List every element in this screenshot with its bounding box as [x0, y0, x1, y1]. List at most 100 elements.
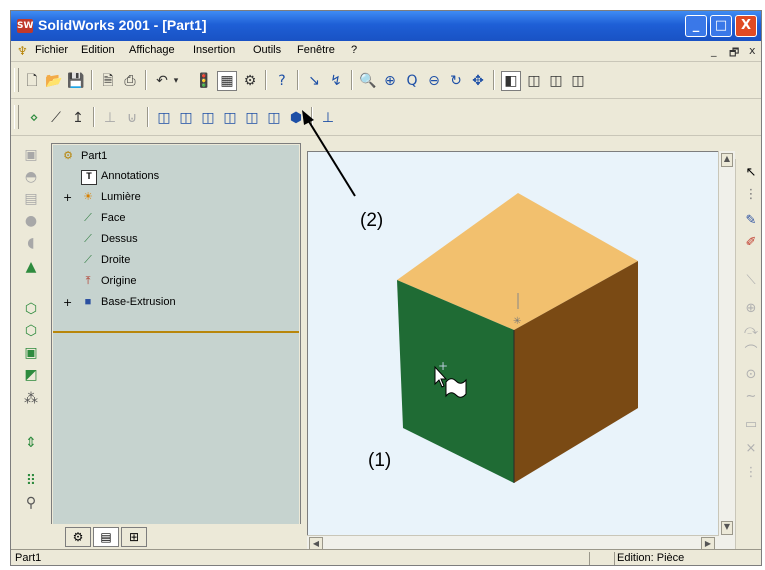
bottom-view-icon[interactable]: ◫ [265, 109, 283, 127]
wireframe-view-icon[interactable]: ◫ [569, 72, 587, 90]
new-document-icon[interactable]: 🗋 [23, 72, 41, 90]
standard-toolbar: 🗋 📂 💾 🗎 ⎙ ↶ ▾ 🚦 ▦ ⚙ ? ↘ ↯ 🔍 ⊕ Q ⊖ ↻ ✥ ◧ … [11, 62, 761, 99]
isometric-view-icon[interactable]: ⬢ [287, 109, 305, 127]
save-icon[interactable]: 💾 [67, 72, 85, 90]
tree-item-label: Origine [101, 275, 137, 287]
menu-help[interactable]: ? [351, 44, 357, 56]
fillet-icon[interactable]: ▲ [22, 259, 40, 275]
rectangle-icon[interactable]: ▭ [743, 417, 759, 433]
select-arrow-icon[interactable]: ↖ [743, 165, 759, 181]
mirror-icon[interactable]: ⇕ [22, 435, 40, 451]
menu-affichage[interactable]: Affichage [129, 44, 175, 56]
right-view-icon[interactable]: ◫ [221, 109, 239, 127]
line-icon[interactable]: ⟋ [47, 109, 65, 127]
property-manager-tab-icon[interactable]: ▤ [93, 527, 119, 547]
options-icon[interactable]: ⚙ [241, 72, 259, 90]
expand-icon[interactable]: + [63, 296, 72, 309]
document-pin-icon[interactable]: ♆ [17, 44, 29, 58]
hidden-lines-removed-icon[interactable]: ◫ [525, 72, 543, 90]
lofted-boss-icon[interactable]: ● [22, 213, 40, 229]
rotate-view-icon[interactable]: ↻ [447, 72, 465, 90]
annotations-icon: T [81, 170, 97, 185]
chamfer-icon[interactable]: ⬡ [22, 301, 40, 317]
feature-manager-tree: ⚙ Part1 T Annotations + ☀ Lumière ⟋ Face… [51, 143, 301, 539]
sketch-circle-icon[interactable]: ⊕ [743, 301, 759, 317]
smart-dimension-icon[interactable]: ↥ [69, 109, 87, 127]
toolbar-grip[interactable] [14, 68, 19, 92]
print-preview-icon[interactable]: 🗎 [99, 72, 117, 90]
sketch-line-icon[interactable]: ⟍ [743, 273, 759, 289]
feature-manager-tab-icon[interactable]: ⚙ [65, 527, 91, 547]
reference-geometry-icon[interactable]: ⚲ [22, 495, 40, 511]
print-icon[interactable]: ⎙ [121, 72, 139, 90]
open-folder-icon[interactable]: 📂 [45, 72, 63, 90]
undo-dropdown-icon[interactable]: ▾ [171, 72, 181, 90]
centerpoint-circle-icon[interactable]: ⊙ [743, 367, 759, 383]
toolbar-grip[interactable] [14, 105, 19, 129]
left-view-icon[interactable]: ◫ [199, 109, 217, 127]
select-vertex-icon[interactable]: ↯ [327, 72, 345, 90]
zoom-to-fit-icon[interactable]: 🔍 [359, 72, 377, 90]
select-edge-icon[interactable]: ↘ [305, 72, 323, 90]
normal-to-icon[interactable]: ⊥ [319, 109, 337, 127]
minimize-button[interactable]: _ [685, 15, 707, 37]
pan-icon[interactable]: ✥ [469, 72, 487, 90]
three-point-arc-icon[interactable]: ⌒ [743, 345, 759, 361]
front-view-icon[interactable]: ◫ [155, 109, 173, 127]
linear-pattern-icon[interactable]: ⠿ [22, 473, 40, 489]
scroll-down-icon[interactable]: ▼ [721, 521, 733, 535]
rebuild-traffic-light-icon[interactable]: 🚦 [195, 72, 213, 90]
selection-plus-icon: + [438, 359, 448, 373]
rib-icon[interactable]: ◩ [22, 367, 40, 383]
relations-icon[interactable]: ⊍ [123, 109, 141, 127]
pattern-icon[interactable]: ⁂ [22, 391, 40, 407]
spline-icon[interactable]: ∼ [743, 389, 759, 405]
shaded-view-icon[interactable]: ◧ [501, 71, 521, 91]
menu-fenetre[interactable]: Fenêtre [297, 44, 335, 56]
zoom-area-icon[interactable]: ⊕ [381, 72, 399, 90]
maximize-button[interactable]: □ [710, 15, 732, 37]
back-view-icon[interactable]: ◫ [177, 109, 195, 127]
shell-icon[interactable]: ▣ [22, 345, 40, 361]
tree-item-label: Annotations [101, 170, 160, 182]
menu-insertion[interactable]: Insertion [193, 44, 235, 56]
extruded-boss-icon[interactable]: ▣ [22, 147, 40, 163]
menu-outils[interactable]: Outils [253, 44, 281, 56]
close-button[interactable]: X [735, 15, 757, 37]
expand-icon[interactable]: + [63, 191, 72, 204]
manager-tabs: ⚙ ▤ ⊞ [51, 524, 301, 550]
revolved-boss-icon[interactable]: ◓ [22, 169, 40, 185]
features-toolbar: ▣ ◓ ▤ ● ◖ ▲ ⬡ ⬡ ▣ ◩ ⁂ ⇕ ⠿ ⚲ [13, 143, 49, 545]
extruded-cut-icon[interactable]: ◖ [22, 235, 40, 251]
configuration-manager-tab-icon[interactable]: ⊞ [121, 527, 147, 547]
menu-fichier[interactable]: Fichier [35, 44, 68, 56]
grid-icon[interactable]: ⋮ [743, 187, 759, 203]
sketch-pen-icon[interactable]: ✎ [743, 213, 759, 229]
plane-icon: ⟋ [84, 254, 92, 266]
top-view-icon[interactable]: ◫ [243, 109, 261, 127]
mdi-minimize-button[interactable]: _ [711, 44, 717, 57]
hidden-lines-gray-icon[interactable]: ◫ [547, 72, 565, 90]
zoom-in-out-icon[interactable]: Q [403, 72, 421, 90]
mdi-close-button[interactable]: x [749, 44, 756, 57]
scroll-up-icon[interactable]: ▲ [721, 153, 733, 167]
edit-color-icon[interactable]: ▦ [217, 71, 237, 91]
smart-dimension-pencil-icon[interactable]: ✐ [743, 235, 759, 251]
title-bar[interactable]: SW SolidWorks 2001 - [Part1] _ □ X [11, 11, 761, 41]
sketch-icon[interactable]: ⋄ [25, 109, 43, 127]
zoom-selection-icon[interactable]: ⊖ [425, 72, 443, 90]
whats-this-help-icon[interactable]: ? [273, 72, 291, 90]
mdi-restore-button[interactable]: 🗗 [729, 44, 739, 63]
point-icon[interactable]: × [743, 441, 759, 457]
centerline-icon[interactable]: ⋮ [743, 465, 759, 481]
draft-icon[interactable]: ⬡ [22, 323, 40, 339]
part-icon: ⚙ [63, 150, 73, 162]
perpendicular-icon[interactable]: ⊥ [101, 109, 119, 127]
toolbar-separator [265, 70, 267, 90]
menu-edition[interactable]: Edition [81, 44, 115, 56]
tangent-arc-icon[interactable]: ⤼ [743, 323, 759, 339]
vertical-scrollbar[interactable]: ▲ ▼ [718, 151, 735, 551]
undo-icon[interactable]: ↶ [153, 72, 171, 90]
status-bar: Part1 Edition: Pièce [11, 549, 761, 565]
swept-boss-icon[interactable]: ▤ [22, 191, 40, 207]
